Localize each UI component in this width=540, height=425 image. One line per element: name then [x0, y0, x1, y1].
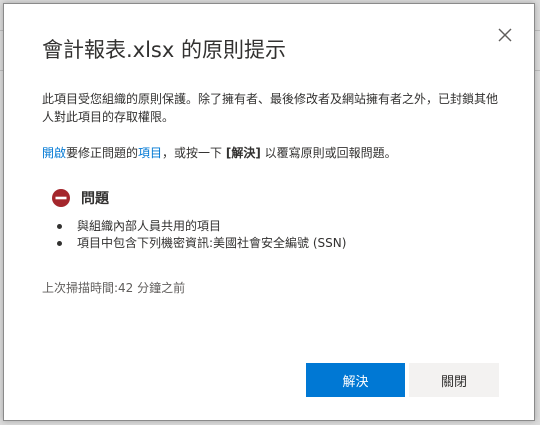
close-icon	[498, 28, 512, 42]
action-text: 要修正問題的	[66, 146, 139, 160]
issue-text: 項目中包含下列機密資訊:美國社會安全編號 (SSN)	[77, 236, 347, 250]
last-scan-time: 上次掃描時間:42 分鐘之前	[42, 281, 186, 295]
background-divider	[535, 70, 540, 71]
resolve-button[interactable]: 解決	[306, 363, 405, 397]
bullet-icon	[57, 241, 62, 246]
bullet-icon	[57, 224, 62, 229]
close-dialog-button[interactable]: 關閉	[409, 363, 499, 397]
list-item: 項目中包含下列機密資訊:美國社會安全編號 (SSN)	[57, 235, 346, 252]
list-item: 與組織內部人員共用的項目	[57, 218, 346, 235]
close-button[interactable]	[494, 24, 516, 46]
issues-title: 問題	[81, 191, 109, 207]
action-instructions: 開啟要修正問題的項目，或按一下 [解決] 以覆寫原則或回報問題。	[42, 144, 397, 161]
issues-list: 與組織內部人員共用的項目 項目中包含下列機密資訊:美國社會安全編號 (SSN)	[57, 218, 346, 252]
action-text: 以覆寫原則或回報問題。	[260, 146, 397, 160]
background-divider	[535, 30, 540, 31]
item-link[interactable]: 項目	[138, 146, 162, 160]
dialog-title: 會計報表.xlsx 的原則提示	[42, 38, 286, 62]
issue-text: 與組織內部人員共用的項目	[77, 219, 222, 233]
policy-description: 此項目受您組織的原則保護。除了擁有者、最後修改者及網站擁有者之外，已封鎖其他人對…	[42, 92, 499, 124]
issues-header: 問題	[51, 188, 109, 208]
resolve-keyword: [解決]	[225, 146, 261, 160]
blocked-icon	[52, 189, 70, 207]
action-text: ，或按一下	[162, 146, 226, 160]
open-link[interactable]: 開啟	[42, 146, 66, 160]
policy-tip-dialog: 會計報表.xlsx 的原則提示 此項目受您組織的原則保護。除了擁有者、最後修改者…	[3, 3, 535, 421]
